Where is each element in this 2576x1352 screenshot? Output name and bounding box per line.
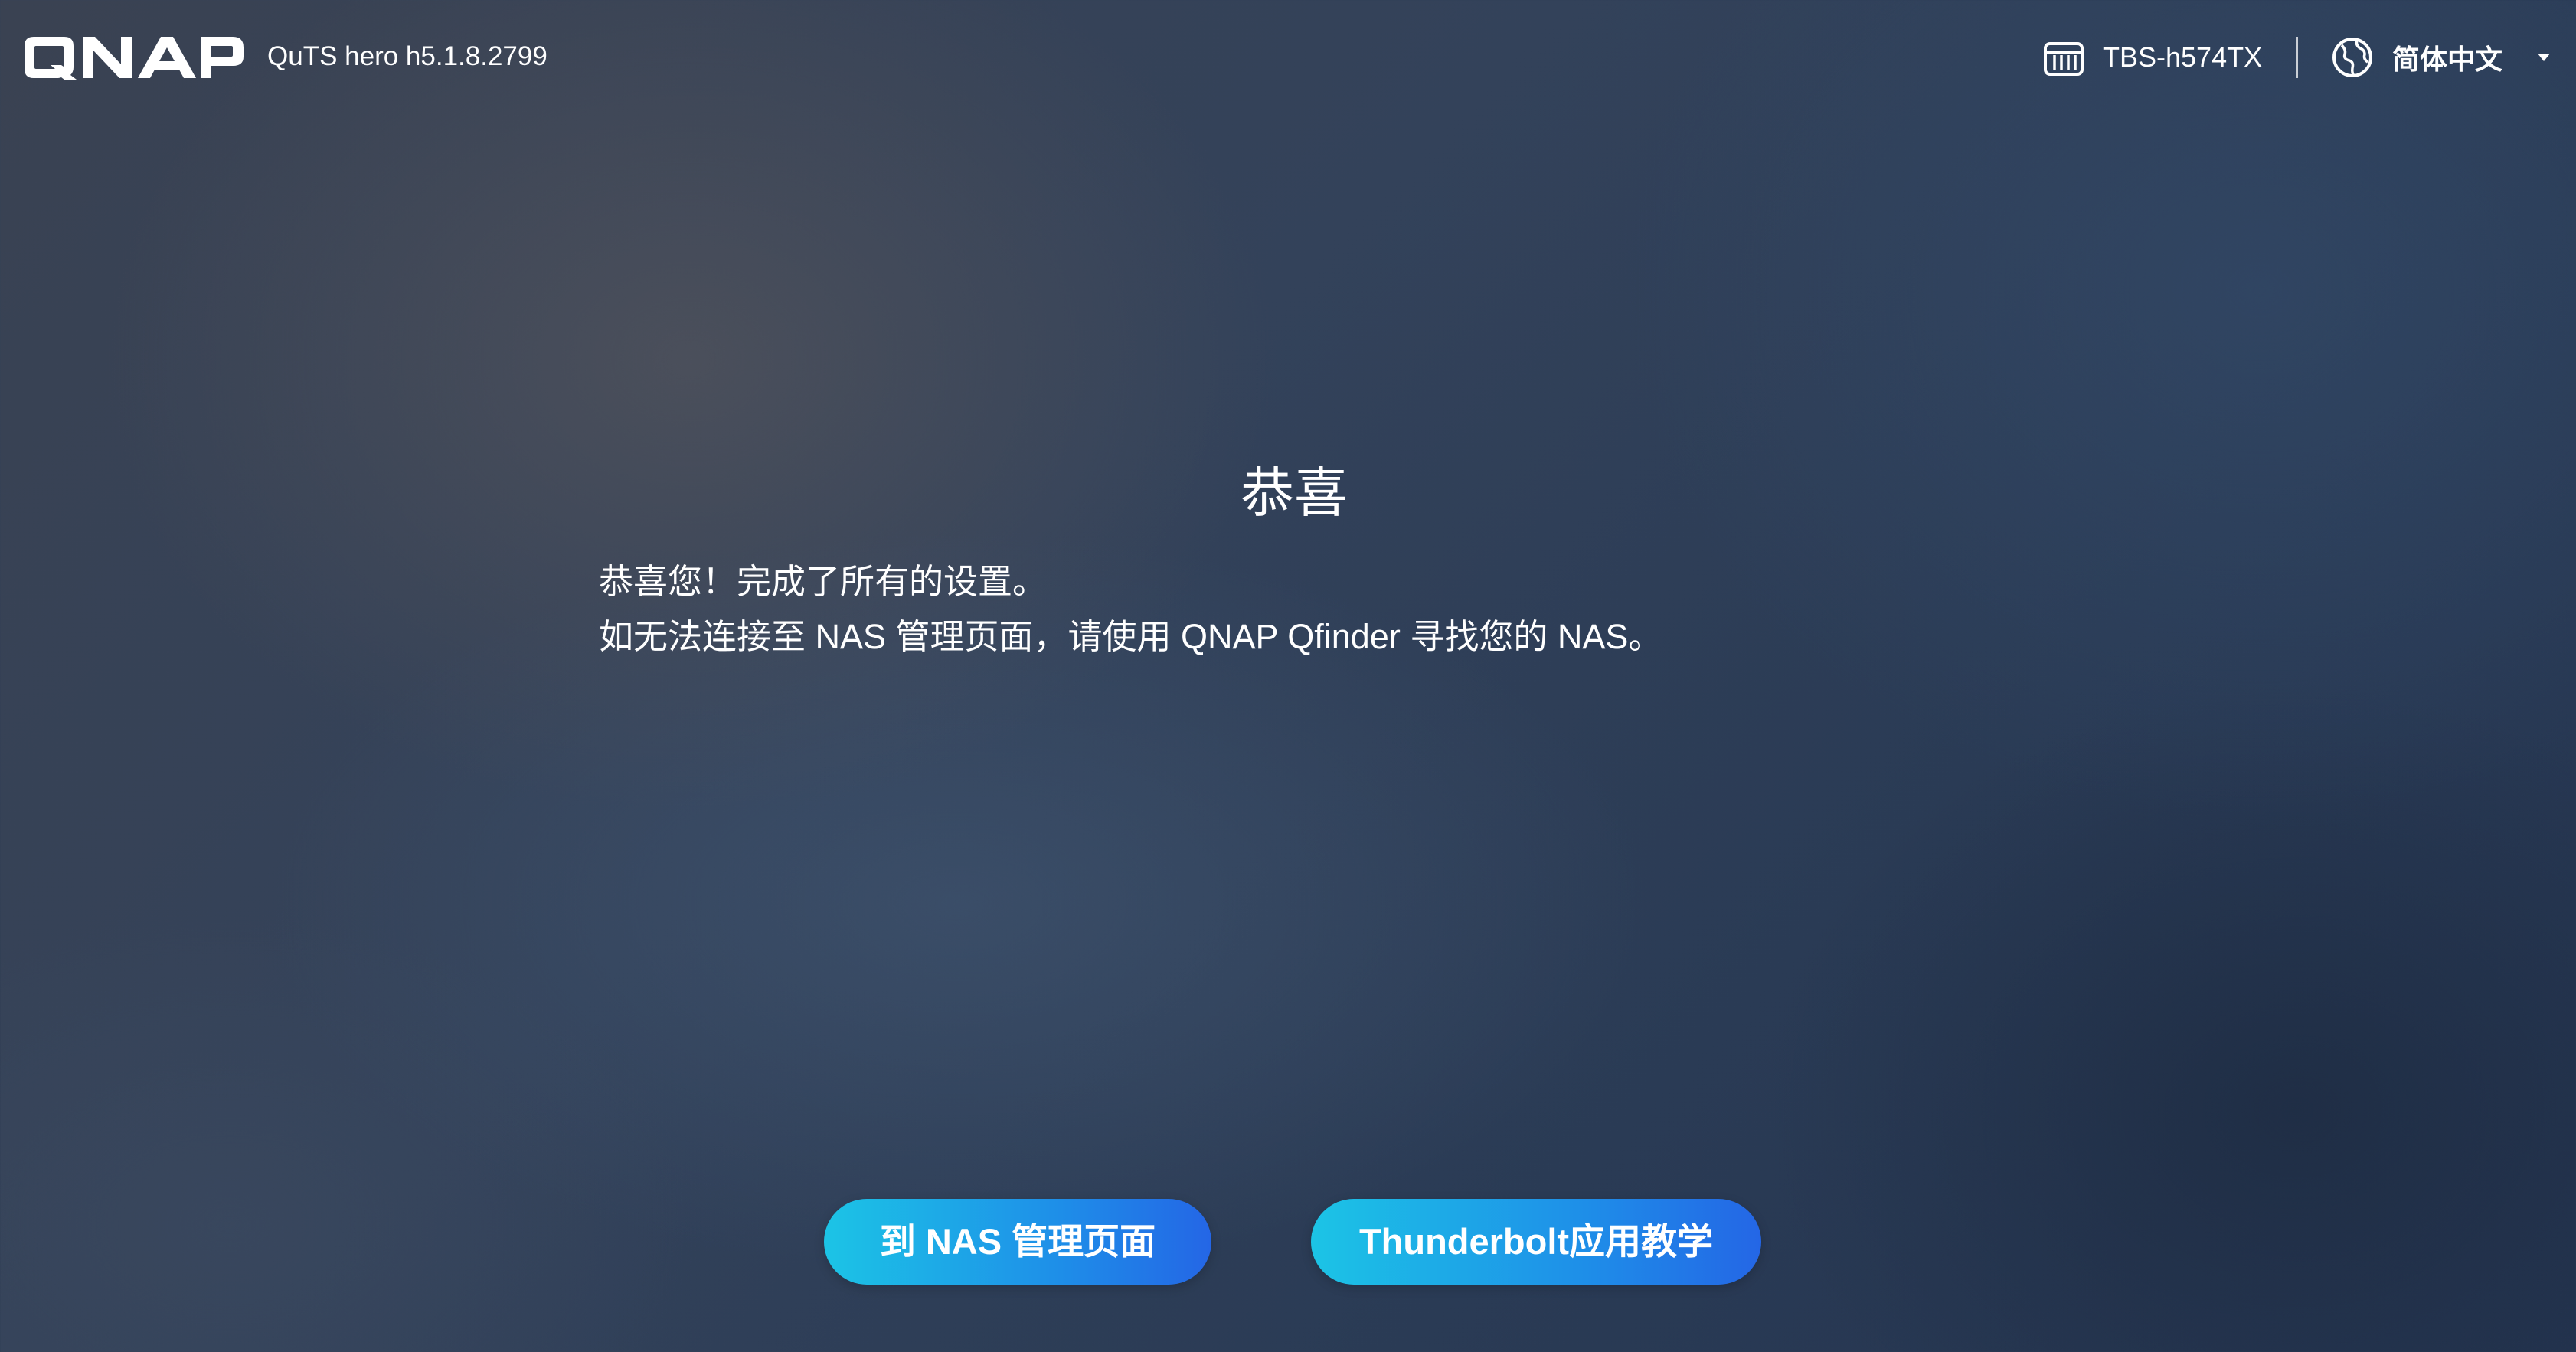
- language-label: 简体中文: [2392, 44, 2503, 75]
- message-line-2: 如无法连接至 NAS 管理页面，请使用 QNAP Qfinder 寻找您的 NA…: [599, 617, 1663, 656]
- go-to-nas-management-button[interactable]: 到 NAS 管理页面: [824, 1199, 1211, 1285]
- thunderbolt-tutorial-button[interactable]: Thunderbolt应用教学: [1311, 1199, 1761, 1285]
- completion-message: 恭喜您！完成了所有的设置。 如无法连接至 NAS 管理页面，请使用 QNAP Q…: [599, 554, 2054, 665]
- device-name: TBS-h574TX: [2103, 41, 2263, 73]
- nas-device-icon: [2044, 42, 2084, 76]
- page-title: 恭喜: [1241, 463, 1348, 523]
- qnap-logo: [25, 37, 244, 80]
- caret-down-icon[interactable]: [2538, 54, 2551, 61]
- header-divider: [2296, 37, 2298, 78]
- message-line-1: 恭喜您！完成了所有的设置。: [599, 562, 1048, 601]
- firmware-version: QuTS hero h5.1.8.2799: [267, 41, 548, 71]
- globe-icon: [2332, 38, 2372, 77]
- device-info: TBS-h574TX: [2043, 35, 2262, 80]
- language-selector[interactable]: 简体中文: [2331, 34, 2551, 81]
- top-header: QuTS hero h5.1.8.2799 TBS-h574TX 简体中文: [0, 0, 2576, 115]
